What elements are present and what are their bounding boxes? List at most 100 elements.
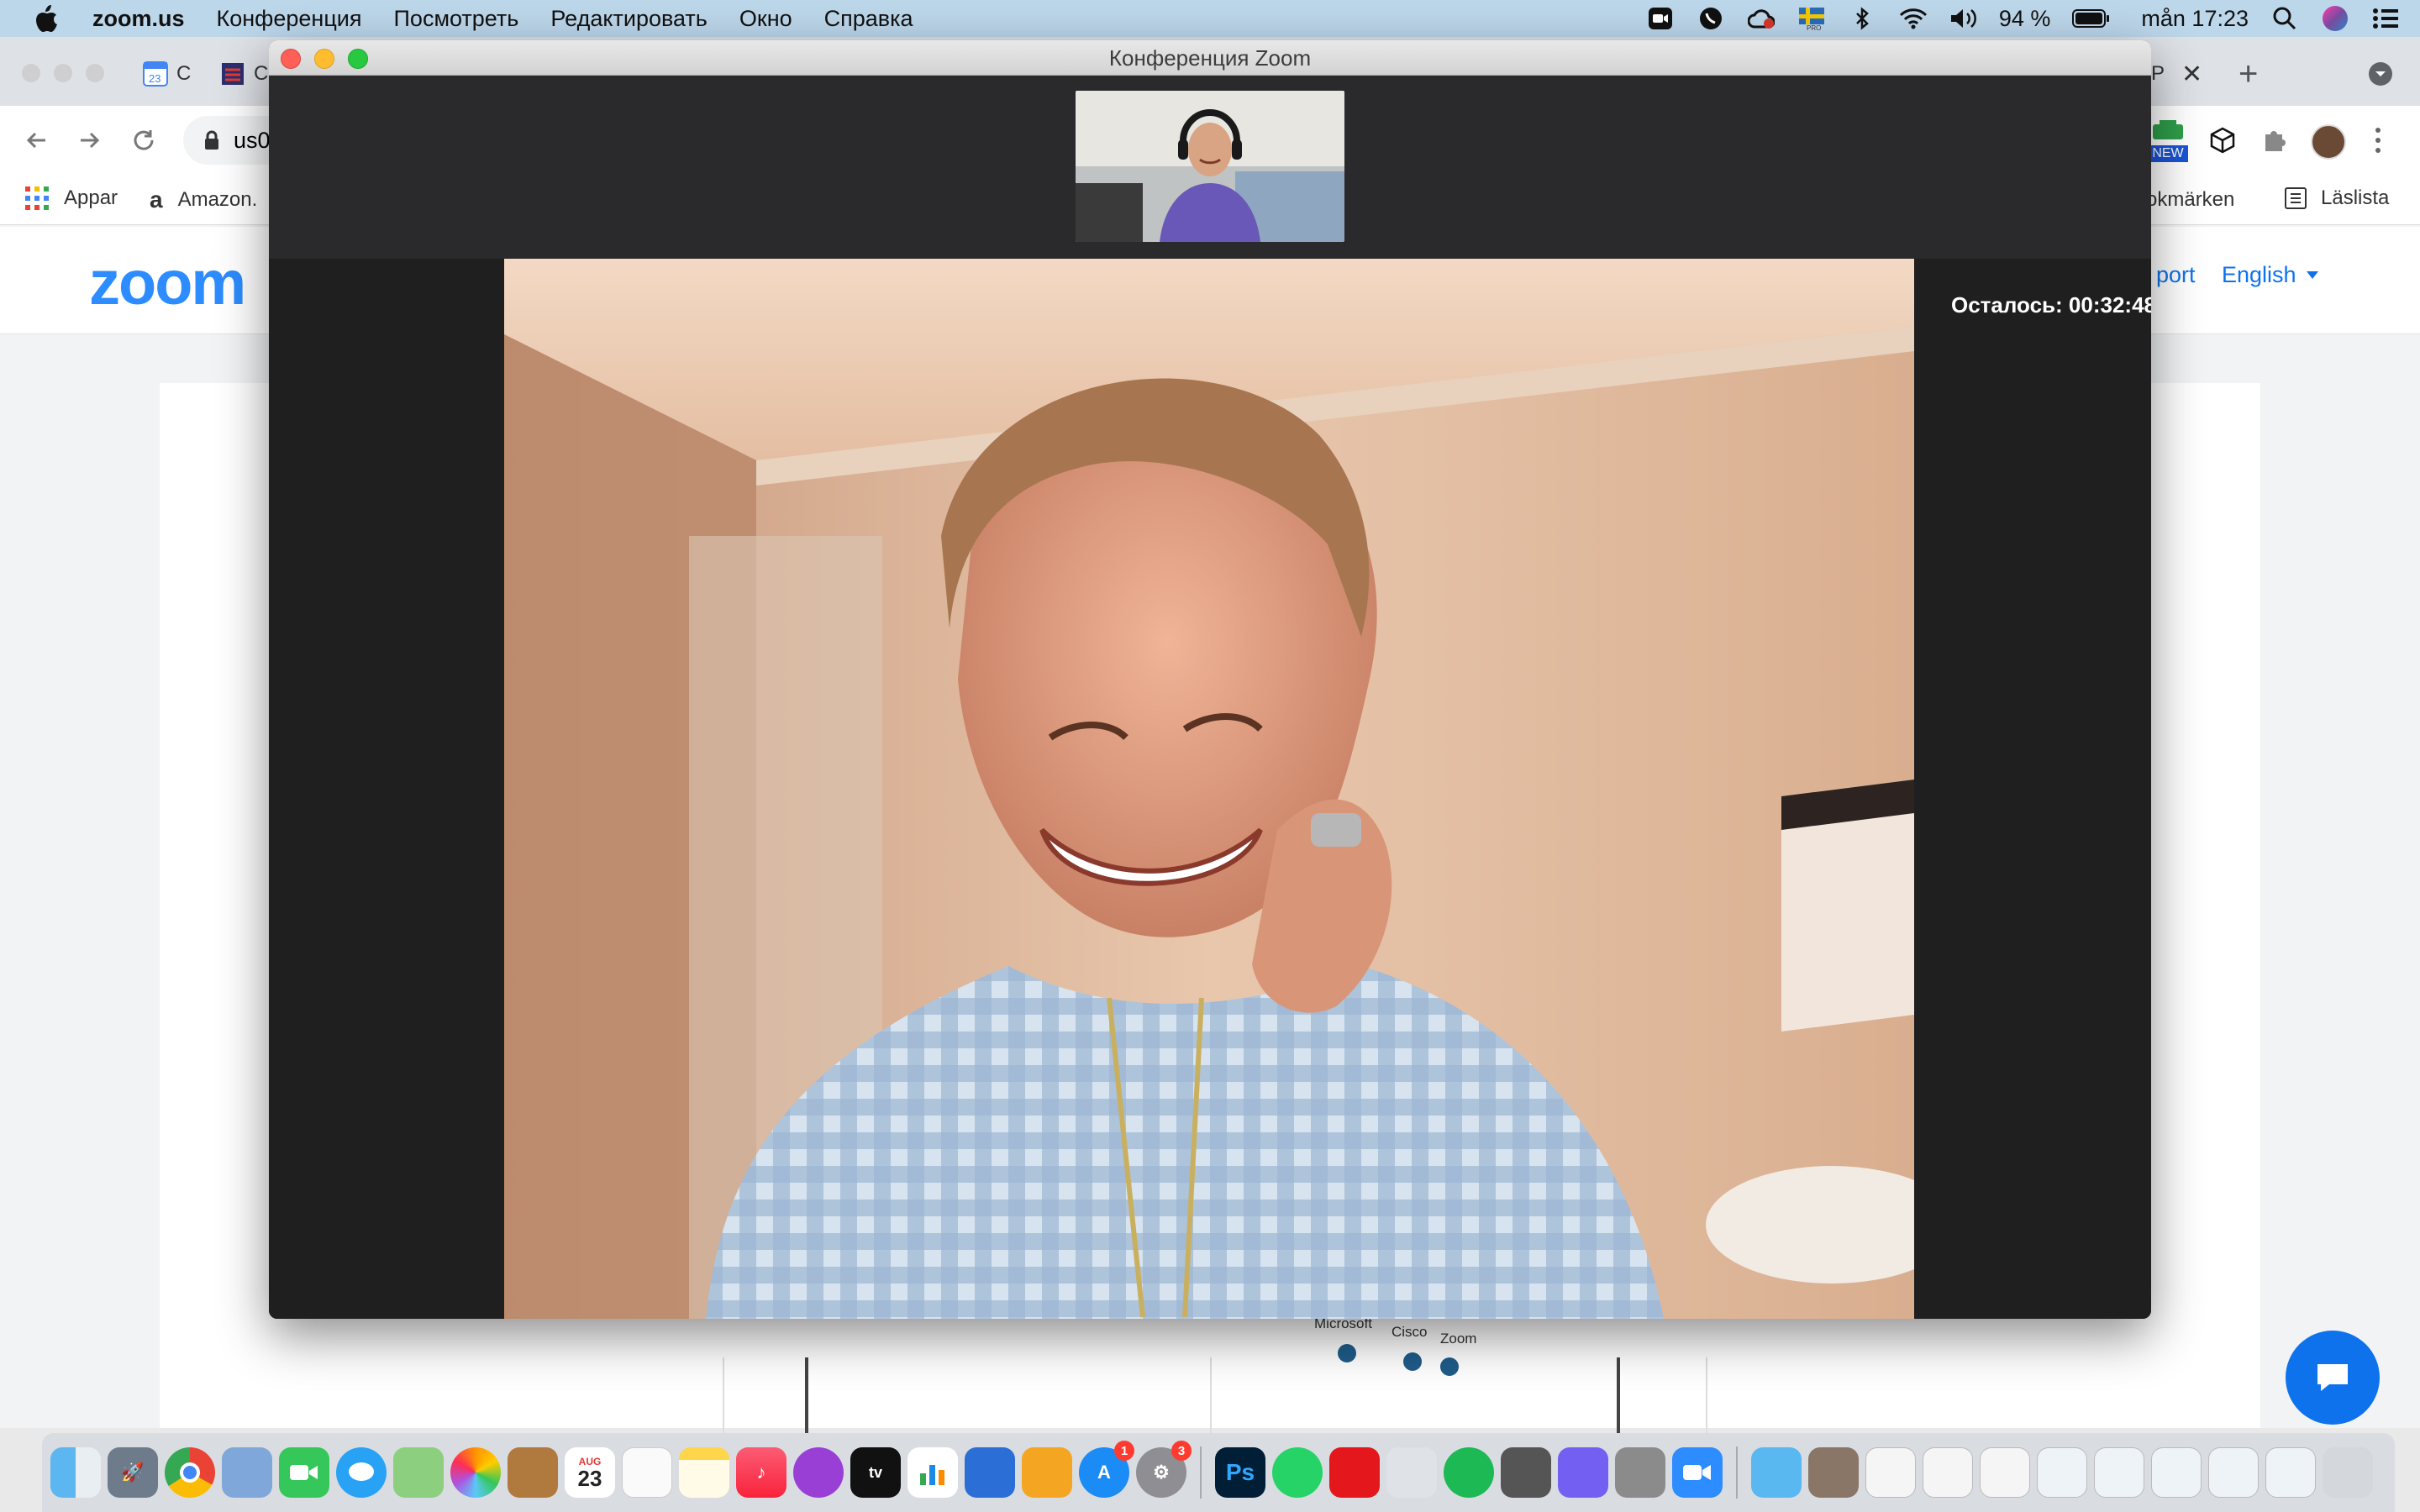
reload-icon[interactable] xyxy=(131,128,156,153)
tab-second[interactable]: C xyxy=(220,55,268,92)
system-preferences-icon[interactable]: ⚙ 3 xyxy=(1136,1441,1192,1498)
spotlight-search-icon[interactable] xyxy=(2270,4,2299,33)
extension-new-icon[interactable]: NEW xyxy=(2148,119,2188,162)
menu-edit[interactable]: Редактировать xyxy=(550,6,708,32)
window-close-button[interactable] xyxy=(281,49,301,69)
calculator-icon[interactable] xyxy=(1615,1447,1665,1498)
menu-window[interactable]: Окно xyxy=(739,6,792,32)
chrome-zoom-button[interactable] xyxy=(86,64,104,82)
document-icon[interactable] xyxy=(1923,1447,1973,1498)
creative-cloud-status-icon[interactable] xyxy=(1747,4,1776,33)
profile-avatar[interactable] xyxy=(2311,124,2346,160)
chrome-menu-icon[interactable] xyxy=(2373,126,2383,155)
spreadsheet-icon[interactable] xyxy=(2151,1447,2202,1498)
menu-app-name[interactable]: zoom.us xyxy=(92,6,185,32)
control-center-icon[interactable] xyxy=(2371,4,2400,33)
chrome-minimize-button[interactable] xyxy=(54,64,72,82)
support-link[interactable]: port xyxy=(2156,262,2196,288)
other-bookmarks[interactable]: okmärken xyxy=(2146,188,2234,212)
battery-icon[interactable] xyxy=(2072,4,2111,33)
document-icon[interactable] xyxy=(1865,1447,1916,1498)
spreadsheet-icon[interactable] xyxy=(2208,1447,2259,1498)
macos-dock: 🚀 AUG 23 ♪ tv A1 ⚙ 3 Ps xyxy=(42,1433,2395,1512)
reminders-icon[interactable] xyxy=(622,1447,672,1498)
spreadsheet-icon[interactable] xyxy=(2037,1447,2087,1498)
zoom-meeting-window: Конференция Zoom Осталось: 00:32:48 xyxy=(269,40,2151,1319)
tab-calendar[interactable]: 23 C xyxy=(143,55,191,92)
photos-icon[interactable] xyxy=(450,1447,501,1498)
contacts-icon[interactable] xyxy=(508,1447,558,1498)
apple-menu-icon[interactable] xyxy=(0,4,92,33)
stack-folder-icon[interactable] xyxy=(1808,1447,1859,1498)
viber-icon[interactable] xyxy=(1558,1447,1608,1498)
siri-icon[interactable] xyxy=(2321,4,2349,33)
preview-icon[interactable] xyxy=(222,1447,272,1498)
zoom-title-bar[interactable]: Конференция Zoom xyxy=(269,40,2151,76)
spotify-icon[interactable] xyxy=(1444,1447,1494,1498)
participant-thumbnail-video[interactable] xyxy=(1076,91,1344,242)
photoshop-label: Ps xyxy=(1225,1459,1255,1485)
reading-list[interactable]: Läslista xyxy=(2284,186,2389,210)
folder-icon[interactable] xyxy=(1751,1447,1802,1498)
extensions-puzzle-icon[interactable] xyxy=(2260,126,2287,153)
spreadsheet-icon[interactable] xyxy=(2265,1447,2316,1498)
window-minimize-button[interactable] xyxy=(314,49,334,69)
zoom-logo[interactable]: zoom xyxy=(89,247,246,318)
chrome-close-button[interactable] xyxy=(22,64,40,82)
new-tab-button[interactable]: + xyxy=(2238,55,2258,92)
active-speaker-video[interactable] xyxy=(504,259,1914,1319)
calendar-icon[interactable]: AUG 23 xyxy=(565,1447,615,1498)
language-label: English xyxy=(2222,262,2296,287)
menu-view[interactable]: Посмотреть xyxy=(394,6,519,32)
chart-label-zoom: Zoom xyxy=(1440,1331,1477,1347)
bluetooth-icon[interactable] xyxy=(1848,4,1876,33)
back-arrow-icon[interactable] xyxy=(24,128,49,153)
menu-conference[interactable]: Конференция xyxy=(217,6,362,32)
apple-tv-icon[interactable]: tv xyxy=(850,1447,901,1498)
notes-icon[interactable] xyxy=(679,1447,729,1498)
support-chat-button[interactable] xyxy=(2286,1331,2380,1425)
language-selector[interactable]: English xyxy=(2222,262,2318,288)
messages-icon[interactable] xyxy=(336,1447,387,1498)
numbers-icon[interactable] xyxy=(908,1447,958,1498)
tab-active-partial[interactable]: P ✕ xyxy=(2151,55,2202,92)
bookmark-amazon[interactable]: a Amazon. xyxy=(150,186,257,213)
whatsapp-icon[interactable] xyxy=(1272,1447,1323,1498)
image-capture-icon[interactable] xyxy=(1386,1447,1437,1498)
chart-point xyxy=(1338,1344,1356,1362)
app-store-icon[interactable]: A1 xyxy=(1079,1441,1134,1498)
menu-clock[interactable]: mån 17:23 xyxy=(2141,6,2249,32)
acrobat-icon[interactable] xyxy=(1329,1447,1380,1498)
forward-arrow-icon[interactable] xyxy=(77,128,103,153)
photoshop-icon[interactable]: Ps xyxy=(1215,1447,1265,1498)
chrome-icon[interactable] xyxy=(165,1447,215,1498)
spreadsheet-icon[interactable] xyxy=(2094,1447,2144,1498)
window-zoom-button[interactable] xyxy=(348,49,368,69)
wifi-icon[interactable] xyxy=(1898,4,1927,33)
maps-icon[interactable] xyxy=(393,1447,444,1498)
viber-status-icon[interactable] xyxy=(1697,4,1725,33)
zoom-app-icon[interactable] xyxy=(1672,1447,1723,1498)
finder-icon[interactable] xyxy=(50,1447,101,1498)
keynote-icon[interactable] xyxy=(965,1447,1015,1498)
trash-icon[interactable] xyxy=(2323,1447,2373,1498)
menu-help[interactable]: Справка xyxy=(824,6,913,32)
podcasts-icon[interactable] xyxy=(793,1447,844,1498)
volume-icon[interactable] xyxy=(1949,4,1977,33)
battery-percentage[interactable]: 94 % xyxy=(1999,6,2051,32)
printer-icon[interactable] xyxy=(1501,1447,1551,1498)
divider xyxy=(1706,1357,1707,1433)
bookmark-apps[interactable]: Appar xyxy=(25,186,118,210)
swedish-keyboard-icon[interactable]: PRO xyxy=(1797,4,1826,33)
bookmark-amazon-label: Amazon. xyxy=(177,188,258,211)
extension-new-badge: NEW xyxy=(2148,145,2188,162)
facetime-icon[interactable] xyxy=(279,1447,329,1498)
music-icon[interactable]: ♪ xyxy=(736,1447,786,1498)
zoom-status-icon[interactable] xyxy=(1646,4,1675,33)
launchpad-icon[interactable]: 🚀 xyxy=(108,1447,158,1498)
tab-search-button[interactable] xyxy=(2368,55,2393,92)
tab-close-icon[interactable]: ✕ xyxy=(2181,60,2202,89)
document-icon[interactable] xyxy=(1980,1447,2030,1498)
pages-icon[interactable] xyxy=(1022,1447,1072,1498)
cube-extension-icon[interactable] xyxy=(2208,126,2237,155)
